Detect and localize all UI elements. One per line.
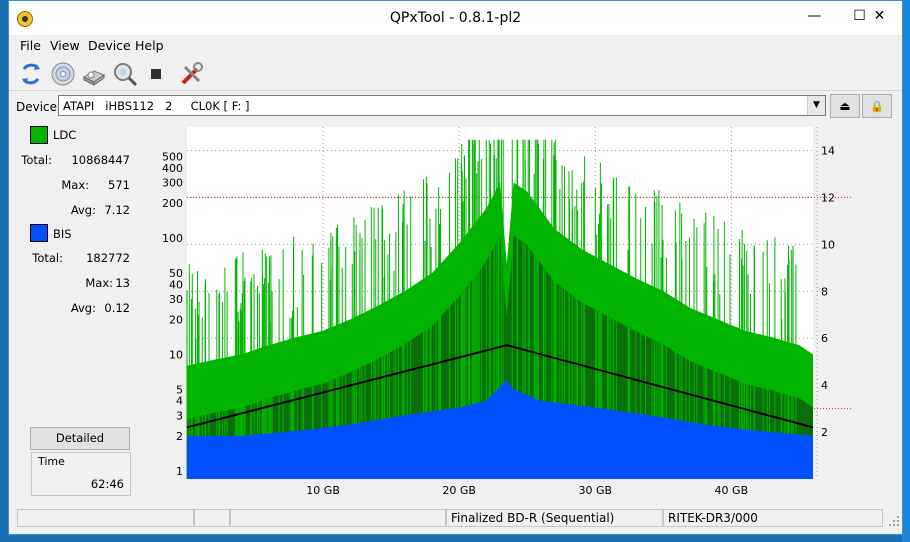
- status-cell-3: [230, 509, 446, 527]
- status-disc-type: Finalized BD-R (Sequential): [446, 509, 663, 527]
- y-left-tick-label: 200: [162, 197, 183, 210]
- title-bar: QPxTool - 0.8.1-pl2 — ☐ ✕: [9, 1, 902, 35]
- bis-legend-label: BIS: [53, 227, 72, 241]
- ldc-color-swatch: [30, 126, 48, 144]
- y-left-tick-label: 20: [169, 313, 183, 326]
- bis-avg-label: Avg:: [70, 301, 96, 315]
- menu-file[interactable]: File: [20, 38, 41, 53]
- y-left-tick-label: 3: [176, 409, 183, 422]
- menu-help[interactable]: Help: [135, 38, 164, 53]
- qpxtool-window: QPxTool - 0.8.1-pl2 — ☐ ✕ File View Devi…: [8, 0, 903, 535]
- y-left-tick-label: 40: [169, 278, 183, 291]
- y-right-tick-label: 8: [821, 285, 828, 298]
- lock-button[interactable]: 🔒: [862, 94, 892, 118]
- stop-icon[interactable]: [143, 61, 169, 87]
- error-chart: 1 2 3 4 5 10 20 30 40 50 100 200 300 400 500 2 4 6 8 10 12 14…: [147, 125, 901, 499]
- bis-max-label: Max:: [85, 276, 113, 290]
- menu-view[interactable]: View: [50, 38, 80, 53]
- y-left-tick-label: 1: [176, 465, 183, 478]
- y-left-tick-label: 100: [162, 232, 183, 245]
- y-right-tick-label: 4: [821, 379, 828, 392]
- bis-max-value: 13: [115, 276, 130, 290]
- time-box: Time 62:46: [31, 452, 131, 496]
- device-label: Device:: [16, 100, 62, 114]
- x-tick-label: 20 GB: [442, 484, 476, 497]
- y-left-tick-label: 5: [176, 383, 183, 396]
- ldc-total-value: 10868447: [71, 153, 130, 167]
- y-right-tick-label: 10: [821, 238, 835, 251]
- x-tick-label: 10 GB: [306, 484, 340, 497]
- y-right-tick-label: 12: [821, 191, 835, 204]
- detailed-button[interactable]: Detailed: [30, 427, 130, 450]
- scan-device-icon[interactable]: [81, 61, 107, 87]
- search-scan-icon[interactable]: [112, 61, 138, 87]
- status-cell-2: [194, 509, 230, 527]
- ldc-max-value: 571: [108, 178, 130, 192]
- bis-avg-value: 0.12: [104, 301, 130, 315]
- y-left-tick-label: 4: [176, 395, 183, 408]
- y-right-tick-label: 6: [821, 332, 828, 345]
- status-media-id: RITEK-DR3/000: [663, 509, 883, 527]
- time-value: 62:46: [90, 477, 124, 491]
- ldc-avg-value: 7.12: [104, 203, 130, 217]
- status-cell-1: [17, 509, 194, 527]
- device-value: ATAPI iHBS112 2 CL0K [ F: ]: [63, 99, 250, 113]
- toolbar: [9, 56, 902, 91]
- close-button[interactable]: ✕: [856, 1, 903, 31]
- y-left-tick-label: 30: [169, 293, 183, 306]
- menu-bar: File View Device Help: [9, 35, 902, 56]
- device-select[interactable]: ATAPI iHBS112 2 CL0K [ F: ] ▼: [58, 95, 826, 116]
- device-bar: Device: ATAPI iHBS112 2 CL0K [ F: ] ▼ ⏏ …: [9, 92, 902, 121]
- status-bar: Finalized BD-R (Sequential) RITEK-DR3/00…: [9, 507, 902, 529]
- x-tick-label: 30 GB: [578, 484, 612, 497]
- chart-svg: 1234510203040501002003004005002468101214…: [162, 127, 853, 497]
- y-left-tick-label: 50: [169, 267, 183, 280]
- ldc-max-label: Max:: [61, 178, 89, 192]
- eject-icon: ⏏: [839, 99, 851, 113]
- eject-button[interactable]: ⏏: [830, 94, 860, 118]
- minimize-button[interactable]: —: [792, 1, 837, 31]
- ldc-avg-label: Avg:: [70, 203, 96, 217]
- time-label: Time: [38, 455, 65, 468]
- bis-color-swatch: [30, 224, 48, 242]
- tools-icon[interactable]: [179, 61, 205, 87]
- refresh-icon[interactable]: [18, 61, 44, 87]
- ldc-total-label: Total:: [21, 153, 52, 167]
- window-title: QPxTool - 0.8.1-pl2: [389, 10, 522, 26]
- bis-total-label: Total:: [32, 251, 63, 265]
- desktop-background: [902, 0, 910, 542]
- stats-panel: LDC Total: 10868447 Max: 571 Avg: 7.12 B…: [9, 122, 139, 502]
- y-left-tick-label: 300: [162, 177, 183, 190]
- y-right-tick-label: 14: [821, 144, 835, 157]
- y-left-tick-label: 500: [162, 151, 183, 164]
- y-left-tick-label: 2: [176, 430, 183, 443]
- ldc-legend-label: LDC: [53, 128, 77, 142]
- y-left-tick-label: 10: [169, 348, 183, 361]
- resize-grip-icon[interactable]: [888, 515, 900, 527]
- disc-info-icon[interactable]: [50, 61, 76, 87]
- chevron-down-icon[interactable]: ▼: [807, 96, 825, 115]
- menu-device[interactable]: Device: [88, 38, 131, 53]
- y-left-tick-label: 400: [162, 162, 183, 175]
- y-right-tick-label: 2: [821, 426, 828, 439]
- lock-icon: 🔒: [870, 100, 884, 113]
- bis-total-value: 182772: [86, 251, 130, 265]
- x-tick-label: 40 GB: [715, 484, 749, 497]
